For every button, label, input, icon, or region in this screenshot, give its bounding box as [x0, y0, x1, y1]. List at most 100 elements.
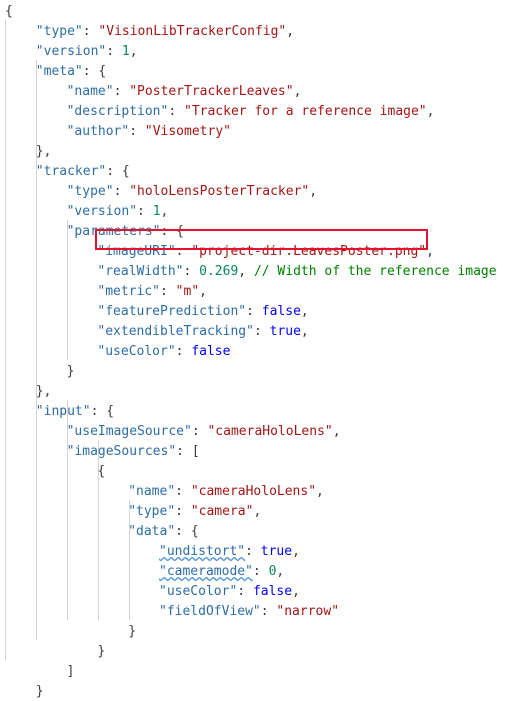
code-line[interactable]: "useImageSource": "cameraHoloLens",: [0, 422, 516, 442]
token-sp: "cameramode": [159, 564, 253, 579]
code-line[interactable]: "metric": "m",: [0, 282, 516, 302]
token-p: ,: [426, 244, 434, 259]
token-s: "Visometry": [144, 124, 231, 139]
token-k: "imageURI": [97, 244, 176, 259]
token-p: ,: [292, 544, 300, 559]
code-line[interactable]: },: [0, 142, 516, 162]
token-p: ,: [332, 424, 341, 439]
token-k: "tracker": [35, 164, 107, 179]
token-k: "name": [66, 84, 114, 99]
code-line[interactable]: "meta": {: [0, 62, 516, 82]
token-br: {: [176, 224, 184, 239]
code-line[interactable]: "featurePrediction": false,: [0, 302, 516, 322]
token-br: }: [66, 364, 75, 379]
token-s: "PosterTrackerLeaves": [129, 84, 294, 99]
token-p: :: [246, 304, 262, 319]
token-s: "VisionLibTrackerConfig": [98, 24, 287, 39]
token-p: :: [252, 564, 269, 579]
token-k: "type": [128, 504, 176, 519]
code-line[interactable]: "description": "Tracker for a reference …: [0, 102, 516, 122]
code-line[interactable]: ]: [0, 662, 516, 682]
code-line[interactable]: "author": "Visometry": [0, 122, 516, 142]
token-k: "type": [35, 24, 83, 39]
token-p: :: [237, 584, 253, 599]
code-line[interactable]: "extendibleTracking": true,: [0, 322, 516, 342]
token-sp: "undistort": [159, 544, 246, 559]
token-p: ,: [286, 24, 295, 39]
token-s: "cameraHoloLens": [190, 484, 317, 499]
token-b: false: [191, 344, 231, 359]
token-n: 1: [121, 44, 130, 59]
code-line[interactable]: "parameters": {: [0, 222, 516, 242]
code-line[interactable]: {: [0, 2, 516, 22]
token-br: {: [97, 464, 106, 479]
code-line[interactable]: "tracker": {: [0, 162, 516, 182]
code-content[interactable]: {"type": "VisionLibTrackerConfig", "versi…: [0, 2, 516, 701]
token-p: :: [113, 184, 130, 199]
token-p: :: [168, 104, 184, 119]
token-p: :: [175, 504, 191, 519]
token-k: "useImageSource": [66, 424, 192, 439]
code-line[interactable]: }: [0, 622, 516, 642]
token-p: ,: [293, 84, 302, 99]
token-p: ,: [300, 324, 309, 339]
token-s: "project-dir:LeavesPoster.png": [191, 244, 427, 259]
code-line[interactable]: "realWidth": 0.269, // Width of the refe…: [0, 262, 516, 282]
token-p: ,: [43, 384, 52, 399]
code-line[interactable]: "version": 1,: [0, 202, 516, 222]
token-br: }: [97, 644, 106, 659]
token-p: :: [253, 324, 270, 339]
code-line[interactable]: "cameramode": 0,: [0, 562, 516, 582]
token-k: "data": [128, 524, 176, 539]
code-line[interactable]: "undistort": true,: [0, 542, 516, 562]
code-line[interactable]: }: [0, 362, 516, 382]
token-p: :: [245, 544, 261, 559]
token-p: :: [82, 24, 99, 39]
token-p: :: [183, 264, 200, 279]
code-line[interactable]: "useColor": false: [0, 342, 516, 362]
token-b: false: [261, 304, 301, 319]
code-line[interactable]: "imageSources": [: [0, 442, 516, 462]
json-code-editor[interactable]: {"type": "VisionLibTrackerConfig", "versi…: [0, 0, 516, 701]
token-p: :: [106, 44, 122, 59]
token-k: "useColor": [97, 344, 176, 359]
token-br: {: [121, 164, 130, 179]
token-k: "imageSources": [66, 444, 177, 459]
code-line[interactable]: "input": {: [0, 402, 516, 422]
code-line[interactable]: "version": 1,: [0, 42, 516, 62]
code-line[interactable]: }: [0, 682, 516, 701]
code-line[interactable]: "type": "camera",: [0, 502, 516, 522]
token-k: "featurePrediction": [97, 304, 247, 319]
token-s: "camera": [190, 504, 254, 519]
token-p: ,: [160, 204, 169, 219]
token-b: true: [269, 324, 301, 339]
code-line[interactable]: },: [0, 382, 516, 402]
code-line[interactable]: {: [0, 462, 516, 482]
token-k: "meta": [35, 64, 83, 79]
code-line[interactable]: "type": "VisionLibTrackerConfig",: [0, 22, 516, 42]
token-p: ,: [300, 304, 309, 319]
code-line[interactable]: "fieldOfView": "narrow": [0, 602, 516, 622]
code-line[interactable]: "useColor": false,: [0, 582, 516, 602]
token-br: [: [191, 444, 200, 459]
code-line[interactable]: "name": "cameraHoloLens",: [0, 482, 516, 502]
token-br: {: [5, 4, 13, 19]
token-p: :: [175, 344, 192, 359]
token-p: ,: [43, 144, 52, 159]
token-k: "realWidth": [97, 264, 184, 279]
token-p: ,: [316, 484, 324, 499]
token-k: "version": [66, 204, 138, 219]
code-line[interactable]: "imageURI": "project-dir:LeavesPoster.pn…: [0, 242, 516, 262]
token-b: false: [252, 584, 293, 599]
code-line[interactable]: "name": "PosterTrackerLeaves",: [0, 82, 516, 102]
token-p: ,: [129, 44, 138, 59]
token-n: 1: [152, 204, 161, 219]
code-line[interactable]: "data": {: [0, 522, 516, 542]
token-br: {: [190, 524, 199, 539]
token-p: ,: [238, 264, 254, 279]
token-k: "fieldOfView": [159, 604, 261, 619]
code-line[interactable]: }: [0, 642, 516, 662]
token-p: ,: [309, 184, 318, 199]
token-br: {: [106, 404, 115, 419]
code-line[interactable]: "type": "holoLensPosterTracker",: [0, 182, 516, 202]
